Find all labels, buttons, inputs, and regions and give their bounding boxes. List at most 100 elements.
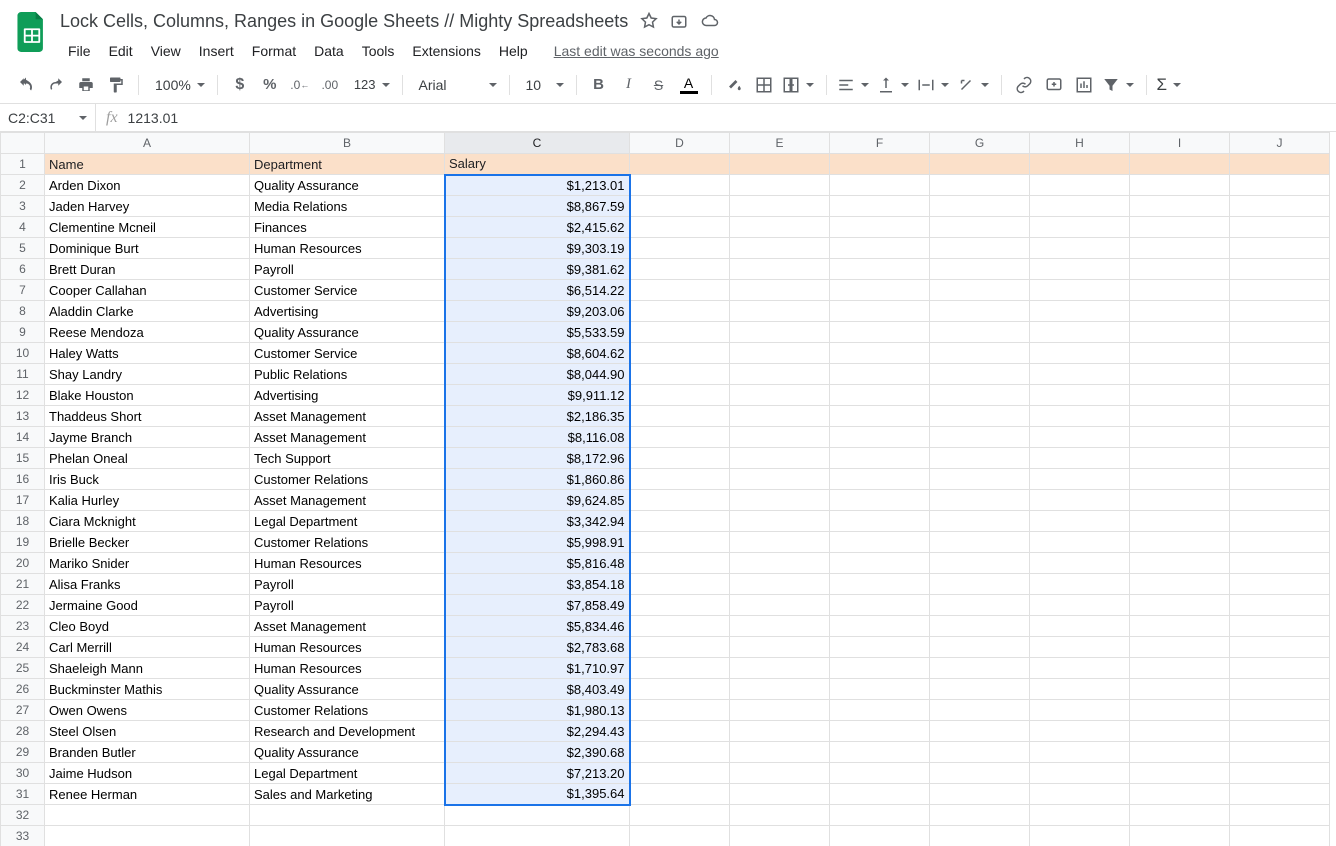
cell-F14[interactable] bbox=[830, 427, 930, 448]
menu-help[interactable]: Help bbox=[491, 39, 536, 63]
cell-I5[interactable] bbox=[1130, 238, 1230, 259]
cell-J2[interactable] bbox=[1230, 175, 1330, 196]
cell-G7[interactable] bbox=[930, 280, 1030, 301]
cell-E29[interactable] bbox=[730, 742, 830, 763]
cell-F4[interactable] bbox=[830, 217, 930, 238]
rowhdr-4[interactable]: 4 bbox=[1, 217, 45, 238]
undo-button[interactable] bbox=[12, 71, 40, 99]
cell-B10[interactable]: Customer Service bbox=[250, 343, 445, 364]
cell-B24[interactable]: Human Resources bbox=[250, 637, 445, 658]
cell-I23[interactable] bbox=[1130, 616, 1230, 637]
cell-A8[interactable]: Aladdin Clarke bbox=[45, 301, 250, 322]
cell-A3[interactable]: Jaden Harvey bbox=[45, 196, 250, 217]
cell-A2[interactable]: Arden Dixon bbox=[45, 175, 250, 196]
cell-H25[interactable] bbox=[1030, 658, 1130, 679]
cell-B1[interactable]: Department bbox=[250, 154, 445, 175]
cell-H21[interactable] bbox=[1030, 574, 1130, 595]
cell-B4[interactable]: Finances bbox=[250, 217, 445, 238]
cell-G3[interactable] bbox=[930, 196, 1030, 217]
menu-view[interactable]: View bbox=[143, 39, 189, 63]
comment-button[interactable] bbox=[1040, 71, 1068, 99]
cell-J11[interactable] bbox=[1230, 364, 1330, 385]
cell-F30[interactable] bbox=[830, 763, 930, 784]
select-all-corner[interactable] bbox=[1, 133, 45, 154]
cell-I24[interactable] bbox=[1130, 637, 1230, 658]
cell-I2[interactable] bbox=[1130, 175, 1230, 196]
cell-A19[interactable]: Brielle Becker bbox=[45, 532, 250, 553]
cell-C9[interactable]: $5,533.59 bbox=[445, 322, 630, 343]
colhdr-H[interactable]: H bbox=[1030, 133, 1130, 154]
cell-F8[interactable] bbox=[830, 301, 930, 322]
cell-B3[interactable]: Media Relations bbox=[250, 196, 445, 217]
cell-B23[interactable]: Asset Management bbox=[250, 616, 445, 637]
rowhdr-10[interactable]: 10 bbox=[1, 343, 45, 364]
cell-B27[interactable]: Customer Relations bbox=[250, 700, 445, 721]
cell-A30[interactable]: Jaime Hudson bbox=[45, 763, 250, 784]
cell-I13[interactable] bbox=[1130, 406, 1230, 427]
italic-button[interactable]: I bbox=[615, 71, 643, 99]
cell-J14[interactable] bbox=[1230, 427, 1330, 448]
move-icon[interactable] bbox=[670, 12, 688, 30]
wrap-dropdown[interactable] bbox=[915, 71, 953, 99]
cell-A22[interactable]: Jermaine Good bbox=[45, 595, 250, 616]
cell-G11[interactable] bbox=[930, 364, 1030, 385]
star-icon[interactable] bbox=[640, 12, 658, 30]
cell-I33[interactable] bbox=[1130, 826, 1230, 846]
doc-title[interactable]: Lock Cells, Columns, Ranges in Google Sh… bbox=[60, 11, 628, 32]
font-dropdown[interactable]: Arial bbox=[411, 71, 501, 99]
cell-E13[interactable] bbox=[730, 406, 830, 427]
cell-B32[interactable] bbox=[250, 805, 445, 826]
rowhdr-21[interactable]: 21 bbox=[1, 574, 45, 595]
cell-I21[interactable] bbox=[1130, 574, 1230, 595]
cell-A15[interactable]: Phelan Oneal bbox=[45, 448, 250, 469]
cell-B22[interactable]: Payroll bbox=[250, 595, 445, 616]
cell-I16[interactable] bbox=[1130, 469, 1230, 490]
cell-G19[interactable] bbox=[930, 532, 1030, 553]
cell-J27[interactable] bbox=[1230, 700, 1330, 721]
cell-F20[interactable] bbox=[830, 553, 930, 574]
cell-F1[interactable] bbox=[830, 154, 930, 175]
fill-color-button[interactable] bbox=[720, 71, 748, 99]
cell-B21[interactable]: Payroll bbox=[250, 574, 445, 595]
rotate-dropdown[interactable] bbox=[955, 71, 993, 99]
cell-D11[interactable] bbox=[630, 364, 730, 385]
cell-A27[interactable]: Owen Owens bbox=[45, 700, 250, 721]
cell-D31[interactable] bbox=[630, 784, 730, 805]
menu-format[interactable]: Format bbox=[244, 39, 304, 63]
cell-A32[interactable] bbox=[45, 805, 250, 826]
cell-A6[interactable]: Brett Duran bbox=[45, 259, 250, 280]
rowhdr-20[interactable]: 20 bbox=[1, 553, 45, 574]
cell-E9[interactable] bbox=[730, 322, 830, 343]
menu-tools[interactable]: Tools bbox=[354, 39, 403, 63]
cell-A31[interactable]: Renee Herman bbox=[45, 784, 250, 805]
cell-E7[interactable] bbox=[730, 280, 830, 301]
cell-C1[interactable]: Salary bbox=[445, 154, 630, 175]
increase-decimal-button[interactable]: .00 bbox=[316, 71, 344, 99]
cell-A16[interactable]: Iris Buck bbox=[45, 469, 250, 490]
rowhdr-13[interactable]: 13 bbox=[1, 406, 45, 427]
cell-D3[interactable] bbox=[630, 196, 730, 217]
cell-A14[interactable]: Jayme Branch bbox=[45, 427, 250, 448]
cell-B18[interactable]: Legal Department bbox=[250, 511, 445, 532]
cell-J15[interactable] bbox=[1230, 448, 1330, 469]
cell-C18[interactable]: $3,342.94 bbox=[445, 511, 630, 532]
cell-G27[interactable] bbox=[930, 700, 1030, 721]
cell-G28[interactable] bbox=[930, 721, 1030, 742]
cell-H17[interactable] bbox=[1030, 490, 1130, 511]
cell-E28[interactable] bbox=[730, 721, 830, 742]
cell-I15[interactable] bbox=[1130, 448, 1230, 469]
filter-dropdown[interactable] bbox=[1100, 71, 1138, 99]
cell-J25[interactable] bbox=[1230, 658, 1330, 679]
cell-E4[interactable] bbox=[730, 217, 830, 238]
cell-E21[interactable] bbox=[730, 574, 830, 595]
cell-C15[interactable]: $8,172.96 bbox=[445, 448, 630, 469]
cell-H19[interactable] bbox=[1030, 532, 1130, 553]
cell-E3[interactable] bbox=[730, 196, 830, 217]
cell-E2[interactable] bbox=[730, 175, 830, 196]
cell-A7[interactable]: Cooper Callahan bbox=[45, 280, 250, 301]
cell-B15[interactable]: Tech Support bbox=[250, 448, 445, 469]
valign-dropdown[interactable] bbox=[875, 71, 913, 99]
cell-I3[interactable] bbox=[1130, 196, 1230, 217]
cell-D32[interactable] bbox=[630, 805, 730, 826]
cell-B7[interactable]: Customer Service bbox=[250, 280, 445, 301]
